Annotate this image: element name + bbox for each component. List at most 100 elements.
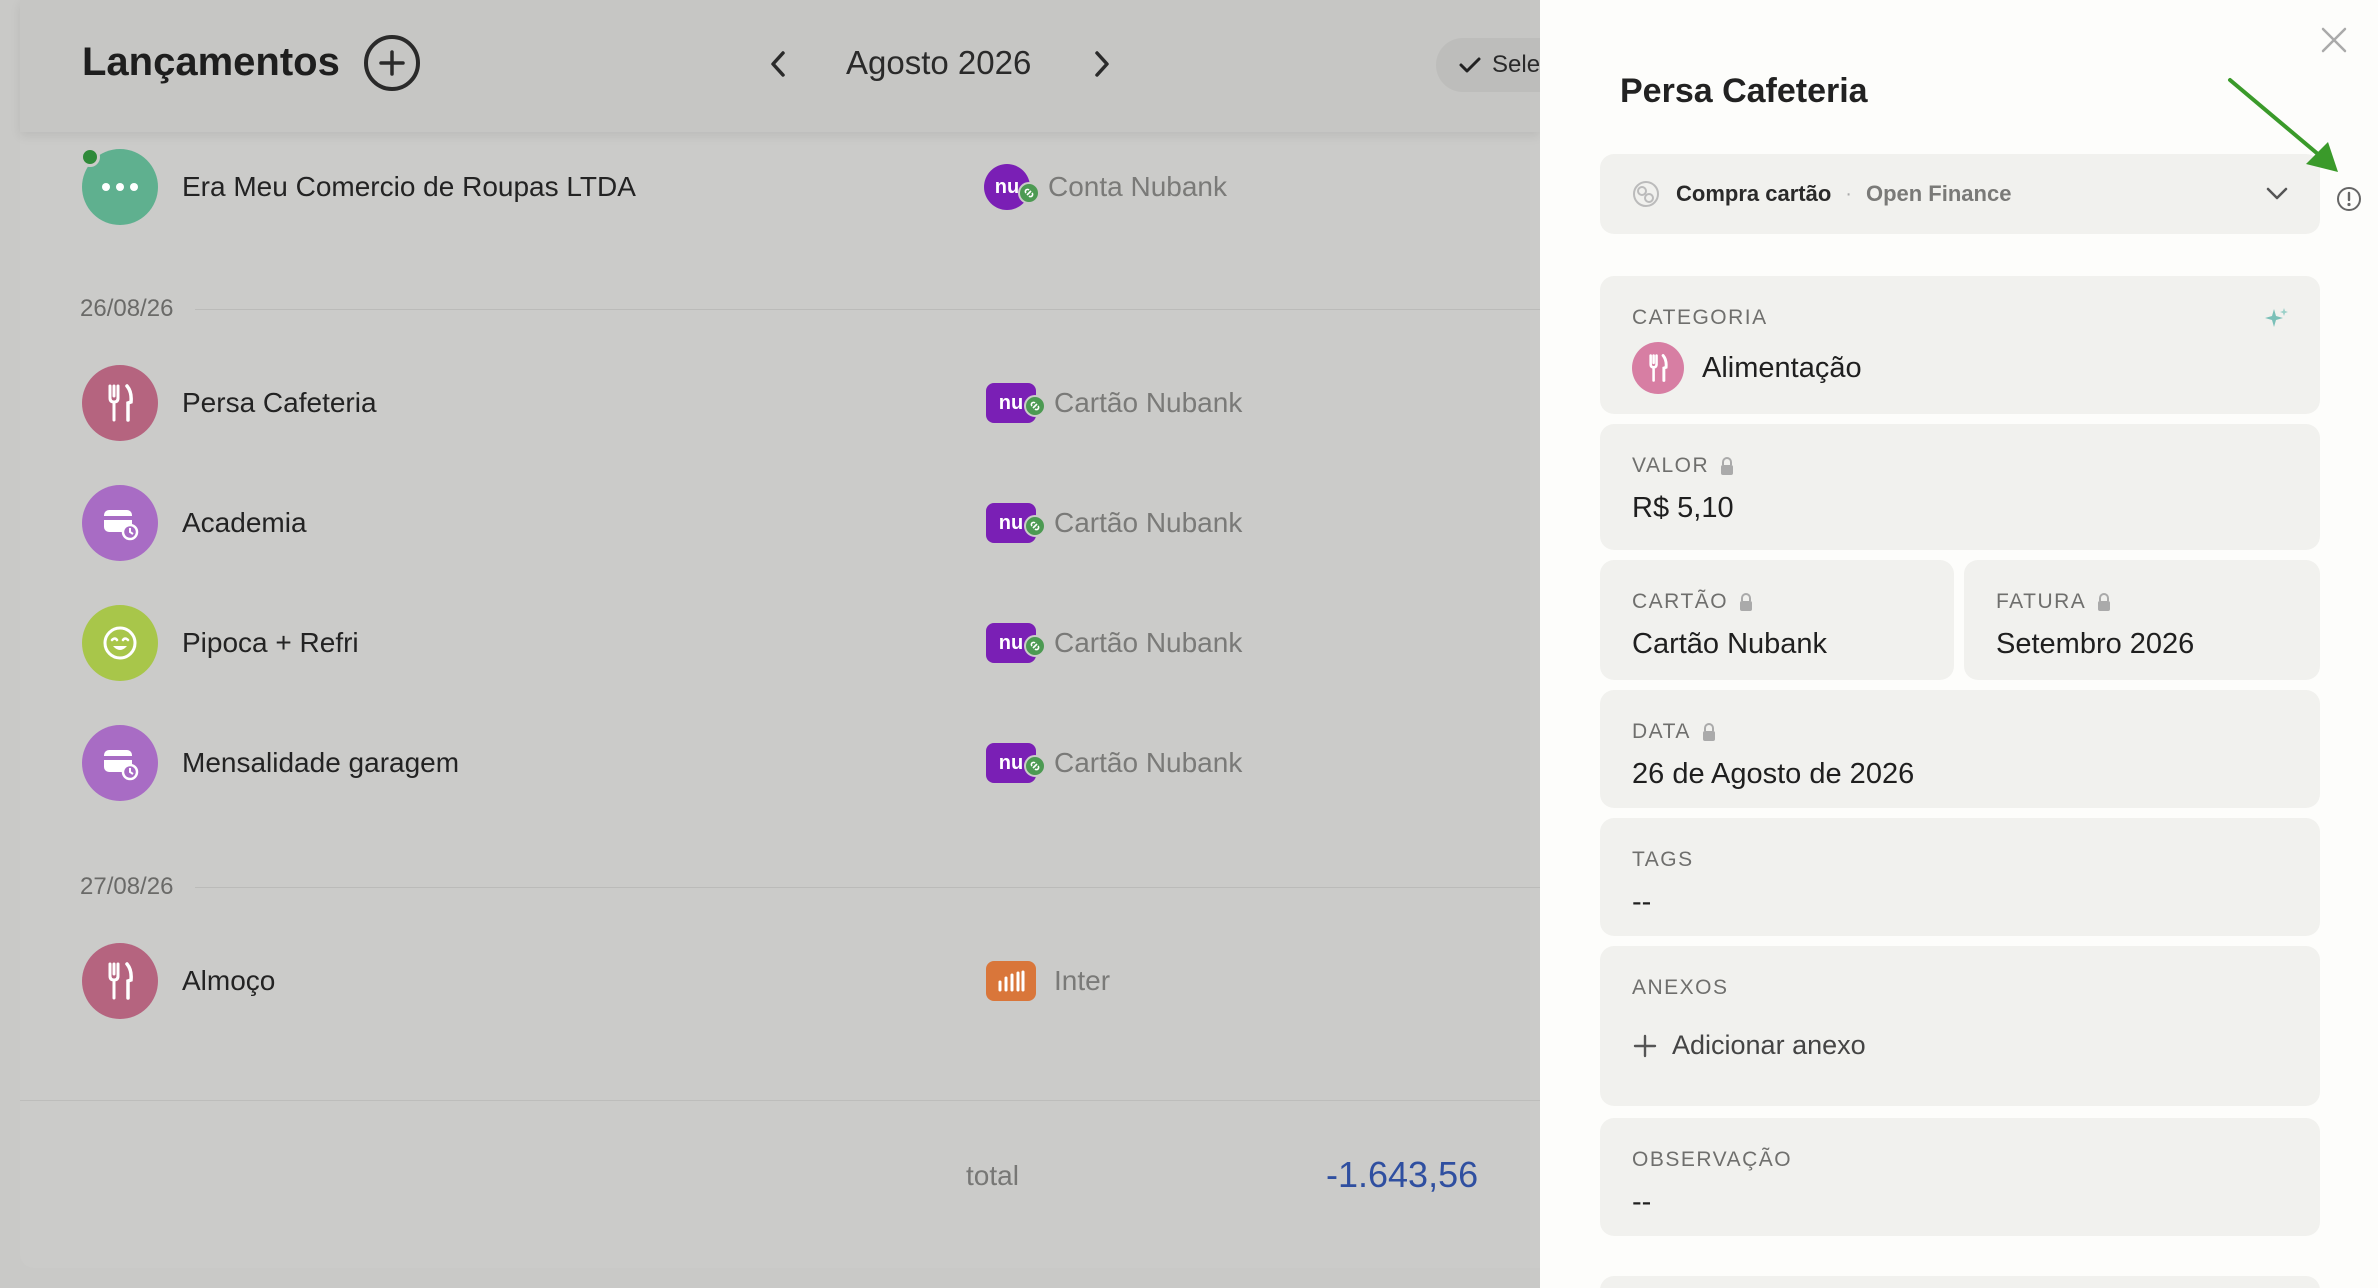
card-field: CARTÃO Cartão Nubank [1600,560,1954,680]
divider [195,308,1540,310]
transaction-category-icon [82,365,158,441]
invoice-label-text: FATURA [1996,590,2087,613]
transaction-name: Persa Cafeteria [182,387,377,418]
tags-value: -- [1632,886,1652,918]
category-field[interactable]: CATEGORIA Alimentação [1600,276,2320,414]
total-divider [20,1100,1540,1101]
lock-icon [2098,593,2111,611]
store-icon [104,510,139,541]
date-field: DATA 26 de Agosto de 2026 [1600,690,2320,808]
transaction-name: Mensalidade garagem [182,747,460,778]
date-separator: 27/08/26 [80,872,1540,902]
inter-logo-icon [986,961,1036,1001]
nubank-logo-icon: nu [986,383,1046,423]
amount-label-text: VALOR [1632,454,1710,477]
select-button-label: Sele [1492,51,1541,78]
chevron-right-icon [1095,51,1109,77]
date-separator: 26/08/26 [80,294,1540,324]
transaction-category-icon [80,147,158,225]
link-icon [1024,515,1046,537]
month-label: Agosto 2026 [846,44,1032,81]
sparkle-icon [2265,308,2288,327]
info-icon[interactable] [2335,185,2363,213]
transaction-type-label: Compra cartão [1676,181,1832,206]
lock-icon [1721,457,1734,475]
check-icon [1459,57,1481,73]
previous-month-button[interactable] [758,44,798,84]
nubank-logo-text: nu [998,391,1024,414]
type-separator: · [1845,182,1852,205]
transaction-name: Almoço [182,965,276,996]
transaction-type-dropdown[interactable]: Compra cartão · Open Finance [1600,154,2320,234]
next-month-button[interactable] [1082,44,1122,84]
notes-field[interactable]: OBSERVAÇÃO -- [1600,1118,2320,1236]
attachments-label: ANEXOS [1632,976,1729,999]
card-value: Cartão Nubank [1632,628,1828,660]
tags-field[interactable]: TAGS -- [1600,818,2320,936]
account-name: Cartão Nubank [1054,747,1243,778]
nubank-logo-text: nu [998,751,1024,774]
nubank-logo-icon: nu [984,164,1040,210]
transaction-row-mensalidade-garagem[interactable]: Mensalidade garagem nu Cartão Nubank [82,718,1522,808]
invoice-label: FATURA [1996,590,2288,614]
transaction-category-icon [82,605,158,681]
total-value: -1.643,56 [1326,1154,1479,1195]
transaction-row-almoco[interactable]: Almoço Inter [82,936,1522,1026]
invoice-field: FATURA Setembro 2026 [1964,560,2320,680]
attachments-field: ANEXOS Adicionar anexo [1600,946,2320,1106]
status-dot [80,147,100,167]
transaction-category-icon [82,725,158,801]
lock-icon [1740,593,1753,611]
amount-value: R$ 5,10 [1632,492,1734,524]
fork-knife-icon [108,962,133,1000]
nubank-logo-text: nu [998,631,1024,654]
divider [195,886,1540,888]
date-label: 27/08/26 [80,873,174,900]
add-attachment-label: Adicionar anexo [1672,1030,1866,1060]
transaction-row-pipoca-refri[interactable]: Pipoca + Refri nu Cartão Nubank [82,598,1522,688]
date-label-text: DATA [1632,720,1691,743]
nubank-logo-text: nu [998,511,1024,534]
transaction-row-era-meu-comercio[interactable]: Era Meu Comercio de Roupas LTDA nu Conta… [80,142,1522,232]
invoice-value: Setembro 2026 [1996,628,2195,660]
category-row: Alimentação [1632,342,2288,394]
page-title: Lançamentos [82,40,340,84]
category-value: Alimentação [1702,351,1862,384]
transaction-row-persa-cafeteria[interactable]: Persa Cafeteria nu Cartão Nubank [82,358,1522,448]
add-attachment-button[interactable]: Adicionar anexo [1632,1030,2288,1061]
smile-icon [103,626,137,660]
total-label: total [966,1160,1019,1191]
link-icon [1024,635,1046,657]
next-field-partial [1600,1276,2320,1288]
notes-label: OBSERVAÇÃO [1632,1148,1793,1171]
fork-knife-icon [1632,342,1684,394]
tags-label: TAGS [1632,848,1694,871]
annotation-arrow-icon [2228,78,2338,172]
transaction-name: Pipoca + Refri [182,627,359,658]
nubank-logo-icon: nu [986,743,1046,783]
link-icon [1024,395,1046,417]
chevron-left-icon [771,51,785,77]
detail-title: Persa Cafeteria [1620,72,1868,110]
nubank-logo-icon: nu [986,503,1046,543]
add-transaction-button[interactable] [364,35,420,91]
nubank-logo-text: nu [994,175,1020,198]
transaction-account: nu Cartão Nubank [986,383,1242,423]
transaction-name: Era Meu Comercio de Roupas LTDA [182,171,636,202]
transaction-row-academia[interactable]: Academia nu Cartão Nubank [82,478,1522,568]
close-panel-button[interactable] [2316,22,2352,58]
transaction-account: nu Conta Nubank [984,164,1227,210]
account-name: Cartão Nubank [1054,627,1243,658]
nubank-logo-icon: nu [986,623,1046,663]
transaction-name: Academia [182,507,307,538]
transaction-category-icon [82,485,158,561]
transactions-page: Lançamentos Agosto 2026 Sele Era Meu Com… [0,0,1576,1288]
date-value: 26 de Agosto de 2026 [1632,758,1915,790]
fork-knife-icon [108,384,133,422]
payment-type-icon [1633,181,1659,207]
card-label: CARTÃO [1632,590,1922,614]
date-label: 26/08/26 [80,295,174,322]
account-name: Cartão Nubank [1054,387,1243,418]
plus-icon [1633,1034,1657,1057]
plus-icon [379,50,405,76]
